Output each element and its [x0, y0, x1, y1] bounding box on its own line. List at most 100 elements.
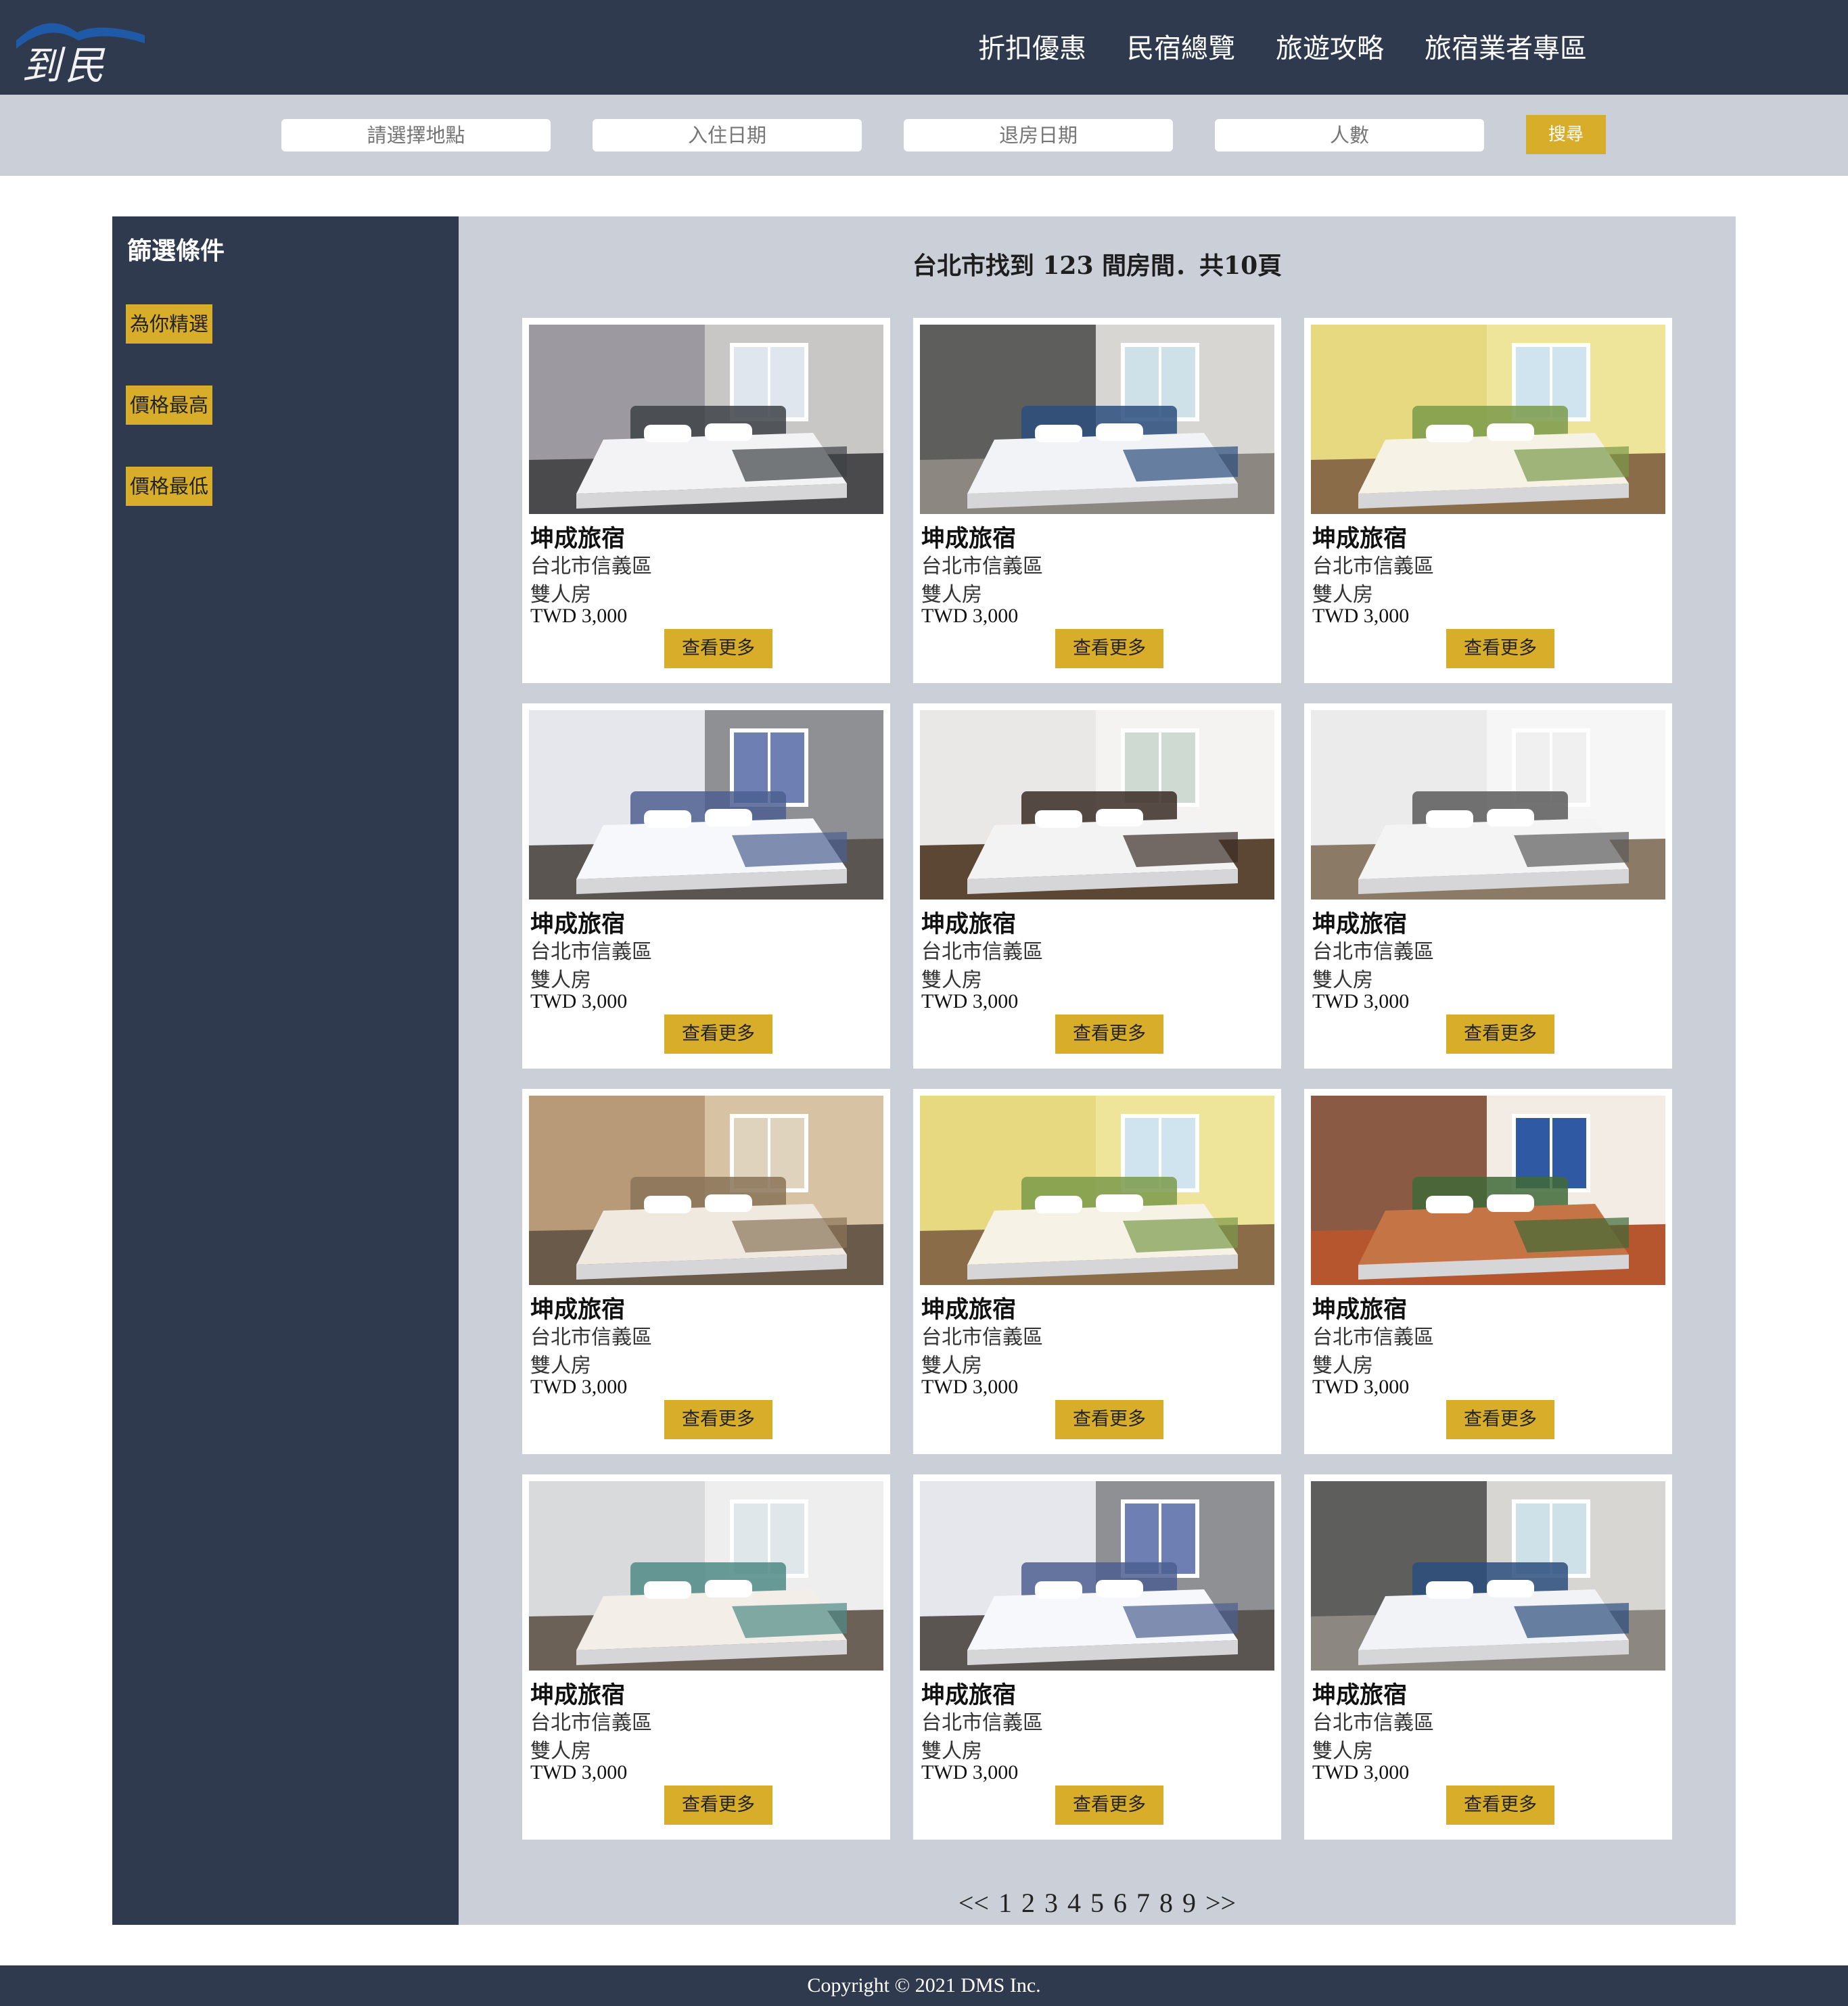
- room-card[interactable]: 坤成旅宿 台北市信義區 雙人房 TWD 3,000 查看更多: [522, 1089, 890, 1454]
- room-photo-image: [1311, 1096, 1665, 1285]
- view-more-button[interactable]: 查看更多: [1446, 1786, 1554, 1825]
- room-type: 雙人房: [530, 1354, 591, 1378]
- pagination-next[interactable]: >>: [1205, 1888, 1236, 1918]
- room-card[interactable]: 坤成旅宿 台北市信義區 雙人房 TWD 3,000 查看更多: [913, 703, 1281, 1069]
- room-card[interactable]: 坤成旅宿 台北市信義區 雙人房 TWD 3,000 查看更多: [522, 703, 890, 1069]
- filter-sidebar: 篩選條件 為你精選 價格最高 價格最低: [112, 216, 459, 1925]
- filter-recommended-button[interactable]: 為你精選: [126, 304, 212, 344]
- filter-price-low-button[interactable]: 價格最低: [126, 467, 212, 506]
- pagination-page-2[interactable]: 2: [1021, 1888, 1035, 1918]
- room-photo-image: [920, 1096, 1274, 1285]
- room-price: TWD 3,000: [921, 1376, 1019, 1398]
- room-location: 台北市信義區: [530, 1326, 652, 1349]
- room-photo-image: [1311, 710, 1665, 900]
- view-more-button[interactable]: 查看更多: [1055, 629, 1163, 668]
- site-logo[interactable]: 到民宿: [12, 12, 147, 145]
- room-photo[interactable]: [529, 710, 883, 900]
- room-photo[interactable]: [1311, 1481, 1665, 1671]
- room-photo-image: [529, 325, 883, 514]
- pagination-page-7[interactable]: 7: [1136, 1888, 1150, 1918]
- view-more-button[interactable]: 查看更多: [1446, 1014, 1554, 1054]
- room-photo[interactable]: [1311, 325, 1665, 514]
- search-button[interactable]: 搜尋: [1526, 115, 1606, 154]
- view-more-button[interactable]: 查看更多: [1446, 1400, 1554, 1439]
- view-more-button[interactable]: 查看更多: [1055, 1400, 1163, 1439]
- filter-title: 篩選條件: [127, 237, 225, 265]
- room-photo-image: [920, 1481, 1274, 1671]
- room-type: 雙人房: [1312, 969, 1373, 992]
- room-card[interactable]: 坤成旅宿 台北市信義區 雙人房 TWD 3,000 查看更多: [913, 1089, 1281, 1454]
- pagination-prev[interactable]: <<: [958, 1888, 989, 1918]
- view-more-button[interactable]: 查看更多: [664, 1786, 772, 1825]
- room-price: TWD 3,000: [1312, 605, 1410, 627]
- room-location: 台北市信義區: [1312, 940, 1434, 964]
- results-title: 台北市找到 123 間房間．共10頁: [912, 252, 1283, 280]
- room-price: TWD 3,000: [530, 605, 628, 627]
- room-photo-image: [529, 1481, 883, 1671]
- room-photo[interactable]: [529, 325, 883, 514]
- room-location: 台北市信義區: [530, 1711, 652, 1735]
- nav-bnb-overview[interactable]: 民宿總覽: [1127, 27, 1235, 70]
- room-type: 雙人房: [921, 1740, 982, 1763]
- pagination: << 1 2 3 4 5 6 7 8 9 >>: [459, 1887, 1736, 1919]
- location-select[interactable]: [281, 119, 551, 151]
- checkout-date-field[interactable]: [904, 119, 1173, 151]
- pagination-page-8[interactable]: 8: [1159, 1888, 1173, 1918]
- search-bar: 搜尋: [0, 95, 1848, 176]
- pagination-page-6[interactable]: 6: [1113, 1888, 1127, 1918]
- filter-price-high-button[interactable]: 價格最高: [126, 386, 212, 425]
- pagination-page-1[interactable]: 1: [998, 1888, 1012, 1918]
- main-nav: 折扣優惠 民宿總覽 旅遊攻略 旅宿業者專區: [978, 27, 1587, 70]
- room-card[interactable]: 坤成旅宿 台北市信義區 雙人房 TWD 3,000 查看更多: [1304, 1089, 1672, 1454]
- view-more-button[interactable]: 查看更多: [1446, 629, 1554, 668]
- room-photo[interactable]: [920, 1481, 1274, 1671]
- view-more-button[interactable]: 查看更多: [664, 1400, 772, 1439]
- room-photo[interactable]: [920, 710, 1274, 900]
- room-price: TWD 3,000: [1312, 1376, 1410, 1398]
- nav-travel-guides[interactable]: 旅遊攻略: [1276, 27, 1384, 70]
- pagination-page-5[interactable]: 5: [1090, 1888, 1104, 1918]
- room-type: 雙人房: [530, 583, 591, 607]
- room-photo[interactable]: [920, 1096, 1274, 1285]
- room-photo[interactable]: [1311, 1096, 1665, 1285]
- room-card[interactable]: 坤成旅宿 台北市信義區 雙人房 TWD 3,000 查看更多: [913, 318, 1281, 683]
- room-type: 雙人房: [1312, 583, 1373, 607]
- nav-discounts[interactable]: 折扣優惠: [978, 27, 1086, 70]
- checkin-date-field[interactable]: [593, 119, 862, 151]
- room-card[interactable]: 坤成旅宿 台北市信義區 雙人房 TWD 3,000 查看更多: [1304, 318, 1672, 683]
- room-photo-image: [529, 710, 883, 900]
- room-photo-image: [1311, 325, 1665, 514]
- room-location: 台北市信義區: [1312, 1711, 1434, 1735]
- guests-field[interactable]: [1215, 119, 1484, 151]
- results-panel: 台北市找到 123 間房間．共10頁 坤成旅宿 台北市信義區 雙人房 TWD 3…: [459, 216, 1736, 1925]
- room-price: TWD 3,000: [921, 1761, 1019, 1783]
- room-type: 雙人房: [921, 1354, 982, 1378]
- room-photo[interactable]: [920, 325, 1274, 514]
- pagination-page-3[interactable]: 3: [1044, 1888, 1058, 1918]
- room-card[interactable]: 坤成旅宿 台北市信義區 雙人房 TWD 3,000 查看更多: [1304, 703, 1672, 1069]
- view-more-button[interactable]: 查看更多: [664, 629, 772, 668]
- room-photo[interactable]: [1311, 710, 1665, 900]
- room-card[interactable]: 坤成旅宿 台北市信義區 雙人房 TWD 3,000 查看更多: [522, 318, 890, 683]
- room-photo[interactable]: [529, 1096, 883, 1285]
- room-card[interactable]: 坤成旅宿 台北市信義區 雙人房 TWD 3,000 查看更多: [522, 1474, 890, 1840]
- room-type: 雙人房: [921, 969, 982, 992]
- nav-host-area[interactable]: 旅宿業者專區: [1425, 27, 1587, 70]
- room-price: TWD 3,000: [530, 990, 628, 1012]
- room-price: TWD 3,000: [1312, 990, 1410, 1012]
- view-more-button[interactable]: 查看更多: [664, 1014, 772, 1054]
- view-more-button[interactable]: 查看更多: [1055, 1014, 1163, 1054]
- room-card[interactable]: 坤成旅宿 台北市信義區 雙人房 TWD 3,000 查看更多: [1304, 1474, 1672, 1840]
- pagination-page-9[interactable]: 9: [1182, 1888, 1196, 1918]
- room-price: TWD 3,000: [1312, 1761, 1410, 1783]
- room-type: 雙人房: [1312, 1354, 1373, 1378]
- pagination-page-4[interactable]: 4: [1067, 1888, 1081, 1918]
- room-photo[interactable]: [529, 1481, 883, 1671]
- room-location: 台北市信義區: [530, 555, 652, 578]
- room-location: 台北市信義區: [921, 1326, 1043, 1349]
- room-price: TWD 3,000: [530, 1376, 628, 1398]
- room-type: 雙人房: [530, 969, 591, 992]
- top-navbar: 到民宿 折扣優惠 民宿總覽 旅遊攻略 旅宿業者專區: [0, 0, 1848, 145]
- room-card[interactable]: 坤成旅宿 台北市信義區 雙人房 TWD 3,000 查看更多: [913, 1474, 1281, 1840]
- view-more-button[interactable]: 查看更多: [1055, 1786, 1163, 1825]
